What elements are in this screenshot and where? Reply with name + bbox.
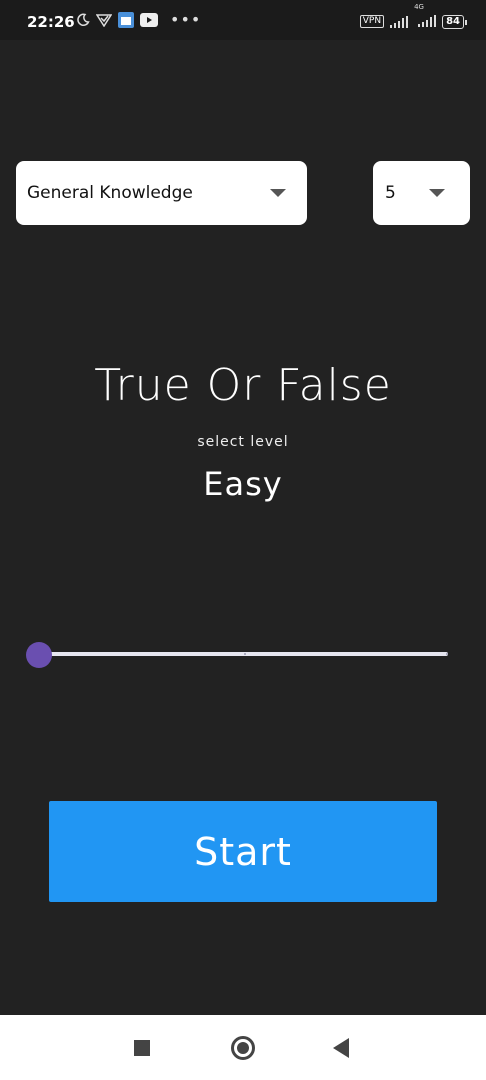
page-title: True Or False (94, 360, 392, 411)
chevron-down-icon (429, 189, 445, 197)
network-type: 4G (414, 3, 424, 11)
navigation-bar (0, 1015, 486, 1080)
app-notification-icon (96, 14, 112, 27)
slider-track[interactable] (40, 652, 448, 656)
more-notifications-icon: ••• (170, 10, 202, 29)
notification-icons: ••• (76, 12, 201, 28)
calendar-app-icon (118, 12, 134, 28)
category-value: General Knowledge (27, 183, 193, 203)
system-icons: VPN 4G 84 (359, 3, 467, 31)
signal-icon-2 (418, 15, 437, 27)
recent-apps-icon[interactable] (134, 1040, 150, 1056)
moon-icon (77, 13, 90, 27)
home-icon[interactable] (231, 1036, 255, 1060)
slider-tick (446, 653, 448, 655)
vpn-badge: VPN (359, 15, 385, 28)
select-level-label: select level (197, 434, 289, 450)
youtube-icon (140, 13, 158, 27)
level-slider[interactable] (26, 640, 450, 670)
status-bar: 22:26 ••• VPN 4G 84 (0, 0, 486, 40)
level-value: Easy (203, 465, 283, 503)
question-count-value: 5 (385, 183, 396, 203)
start-button[interactable]: Start (49, 801, 437, 902)
slider-thumb[interactable] (26, 642, 52, 668)
battery-icon: 84 (442, 14, 467, 29)
category-dropdown[interactable]: General Knowledge (16, 161, 307, 225)
slider-tick (244, 653, 246, 655)
chevron-down-icon (270, 189, 286, 197)
status-time: 22:26 (27, 13, 75, 31)
question-count-dropdown[interactable]: 5 (373, 161, 470, 225)
back-icon[interactable] (333, 1038, 349, 1058)
signal-icon (390, 15, 409, 28)
